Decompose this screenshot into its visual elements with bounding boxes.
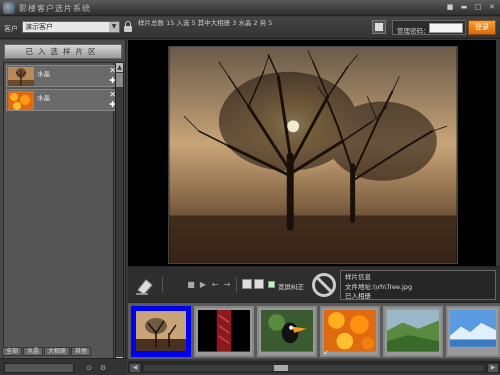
checkmark-icon: ✓ xyxy=(323,349,329,357)
scroll-track[interactable] xyxy=(144,365,484,371)
thumbnail[interactable] xyxy=(257,306,317,357)
stats-text: 样片总数 15 入选 5 其中大相册 3 水晶 2 另 5 xyxy=(138,19,273,27)
minimize-icon[interactable]: ▬ xyxy=(459,3,469,12)
selected-panel: 已入选样片区 水晶 ✕ ✚ 水晶 ✕ ✚ ▲ 全部 水晶 大相册 其他 xyxy=(0,40,126,367)
reject-icon[interactable] xyxy=(312,273,336,297)
tree-photo-icon xyxy=(136,311,186,351)
orange-flowers-photo-icon xyxy=(8,91,34,110)
help-icon[interactable]: ■ xyxy=(445,3,455,12)
thumbnail[interactable] xyxy=(194,306,254,357)
prev-arrow-icon[interactable]: ← xyxy=(210,280,220,290)
selected-panel-header: 已入选样片区 xyxy=(4,44,122,59)
zoom-icon[interactable]: ⊙ xyxy=(84,363,94,373)
scroll-up-icon[interactable]: ▲ xyxy=(116,63,123,72)
customer-select[interactable]: 演示客户 ▼ xyxy=(22,21,120,33)
rotate-right-icon[interactable] xyxy=(254,279,264,289)
admin-password-box: 管理密码： xyxy=(392,20,466,35)
tab-crystal[interactable]: 水晶 xyxy=(23,347,44,356)
control-bar: ■ ▶ ← → 宽屏纠正 样片信息 文件地址:\\rh\Tree.jpg 已入相… xyxy=(128,266,500,302)
chevron-down-icon[interactable]: ▼ xyxy=(109,22,119,32)
list-item-label: 水晶 xyxy=(37,94,50,102)
photo-viewer xyxy=(128,40,496,266)
orange-flowers-photo-icon xyxy=(324,310,376,352)
toucan-photo-icon xyxy=(261,310,313,352)
status-field[interactable] xyxy=(4,363,74,373)
main-photo[interactable] xyxy=(168,46,458,264)
green-valley-photo-icon xyxy=(387,310,439,352)
admin-password-input[interactable] xyxy=(429,23,463,33)
thumbnail[interactable] xyxy=(131,306,191,357)
tab-album[interactable]: 大相册 xyxy=(44,347,71,356)
lock-icon[interactable] xyxy=(123,21,133,33)
selected-list: 水晶 ✕ ✚ 水晶 ✕ ✚ xyxy=(3,62,118,367)
red-pattern-photo-icon xyxy=(198,310,250,352)
thumbnail-strip: ✓ xyxy=(128,302,500,359)
scroll-right-icon[interactable]: ▶ xyxy=(488,364,498,372)
app-logo-icon xyxy=(3,2,15,14)
info-status: 已入相册 xyxy=(345,292,371,300)
list-item-label: 水晶 xyxy=(37,70,50,78)
stop-icon[interactable]: ■ xyxy=(186,280,196,290)
info-title: 样片信息 xyxy=(345,273,371,281)
tree-photo-icon xyxy=(8,67,34,86)
category-tabs: 全部 水晶 大相册 其他 xyxy=(2,347,92,356)
scroll-thumb[interactable] xyxy=(274,365,288,371)
thumbnail[interactable]: ✓ xyxy=(320,306,380,357)
divider xyxy=(236,277,237,293)
customer-label: 客户 xyxy=(4,25,18,33)
divider xyxy=(162,277,163,293)
photo-info-box: 样片信息 文件地址:\\rh\Tree.jpg 已入相册 xyxy=(340,270,496,300)
eraser-icon[interactable] xyxy=(134,274,156,296)
list-item[interactable]: 水晶 ✕ ✚ xyxy=(6,89,118,111)
vertical-scrollbar[interactable]: ▲ ▼ xyxy=(115,62,124,367)
next-arrow-icon[interactable]: → xyxy=(222,280,232,290)
horizontal-scrollbar[interactable]: ◀ ▶ xyxy=(128,361,500,373)
rotate-left-icon[interactable] xyxy=(242,279,252,289)
blue-ice-photo-icon xyxy=(450,310,496,347)
scroll-thumb[interactable] xyxy=(116,73,123,87)
title-bar: 影楼客户选片系统 ■ ▬ □ ✕ xyxy=(0,0,500,16)
widescreen-label: 宽屏纠正 xyxy=(278,283,304,291)
left-status-bar: ⊙ ⚙ xyxy=(0,358,127,375)
scroll-left-icon[interactable]: ◀ xyxy=(130,364,140,372)
admin-password-label: 管理密码： xyxy=(397,27,430,35)
login-button[interactable]: 登录 xyxy=(468,20,496,35)
settings-icon[interactable]: ⚙ xyxy=(98,363,108,373)
toolbar: 客户 演示客户 ▼ 样片总数 15 入选 5 其中大相册 3 水晶 2 另 5 … xyxy=(0,17,500,39)
tab-all[interactable]: 全部 xyxy=(2,347,23,356)
customer-select-value: 演示客户 xyxy=(25,23,53,31)
play-icon[interactable]: ▶ xyxy=(198,280,208,290)
tab-other[interactable]: 其他 xyxy=(71,347,92,356)
list-item[interactable]: 水晶 ✕ ✚ xyxy=(6,65,118,87)
thumbnail[interactable] xyxy=(446,306,500,357)
thumbnail[interactable] xyxy=(383,306,443,357)
window-controls: ■ ▬ □ ✕ xyxy=(445,3,497,12)
window-title: 影楼客户选片系统 xyxy=(19,4,91,13)
maximize-icon[interactable]: □ xyxy=(473,3,483,12)
widescreen-checkbox[interactable] xyxy=(268,281,275,288)
save-disk-icon[interactable] xyxy=(372,20,386,34)
close-icon[interactable]: ✕ xyxy=(487,3,497,12)
